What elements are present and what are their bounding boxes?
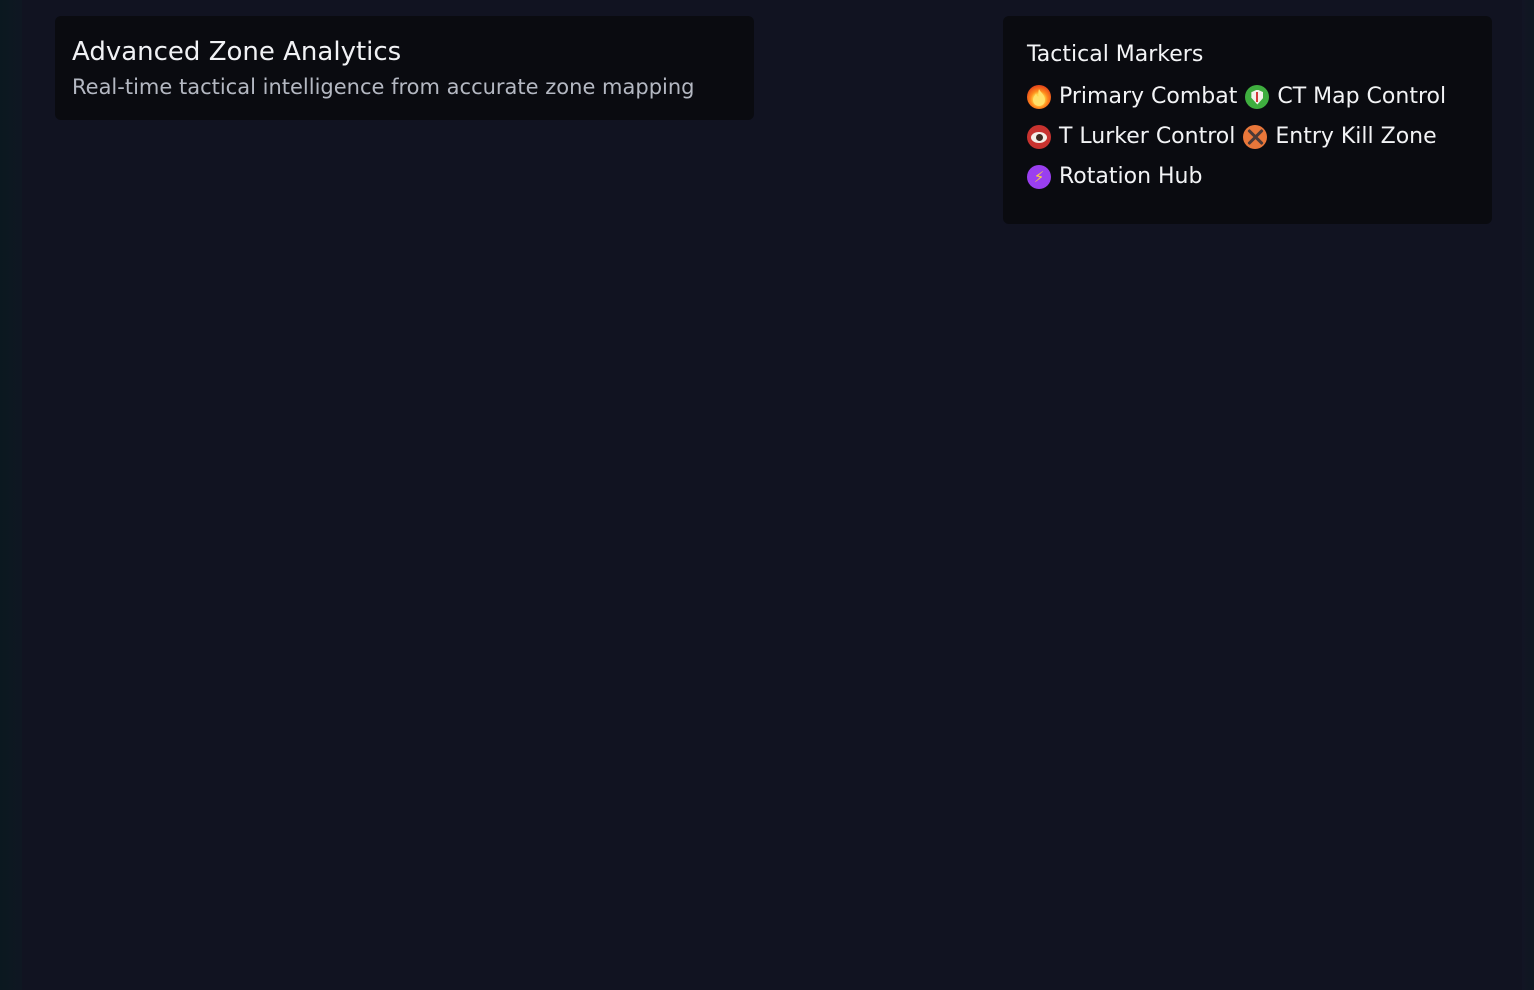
legend-item-entry-kill-zone: Entry Kill Zone xyxy=(1243,122,1437,152)
shield-icon xyxy=(1245,85,1270,109)
fire-icon xyxy=(1027,85,1051,109)
legend-label: Primary Combat xyxy=(1059,84,1238,109)
legend-label: Rotation Hub xyxy=(1059,164,1203,189)
legend-label: T Lurker Control xyxy=(1059,124,1236,149)
left-edge-strip xyxy=(0,0,22,990)
analytics-header-panel: Advanced Zone Analytics Real-time tactic… xyxy=(55,16,754,120)
legend-label: CT Map Control xyxy=(1277,84,1447,109)
page-title: Advanced Zone Analytics xyxy=(72,37,402,67)
lightning-icon: ⚡ xyxy=(1027,165,1051,189)
eye-icon xyxy=(1027,125,1051,149)
legend-label: Entry Kill Zone xyxy=(1275,124,1437,149)
legend-item-rotation-hub: ⚡ Rotation Hub xyxy=(1027,162,1202,192)
legend-items: Primary Combat CT Map Control T Lurker C… xyxy=(1027,82,1477,192)
legend-title: Tactical Markers xyxy=(1027,42,1204,67)
right-edge-strip xyxy=(1522,0,1534,990)
legend-item-t-lurker-control: T Lurker Control xyxy=(1027,122,1235,152)
crossed-swords-icon xyxy=(1243,125,1268,149)
page-subtitle: Real-time tactical intelligence from acc… xyxy=(72,75,695,99)
tactical-markers-legend: Tactical Markers Primary Combat CT Map C… xyxy=(1003,16,1492,224)
legend-item-ct-map-control: CT Map Control xyxy=(1245,82,1446,112)
legend-item-primary-combat: Primary Combat xyxy=(1027,82,1237,112)
